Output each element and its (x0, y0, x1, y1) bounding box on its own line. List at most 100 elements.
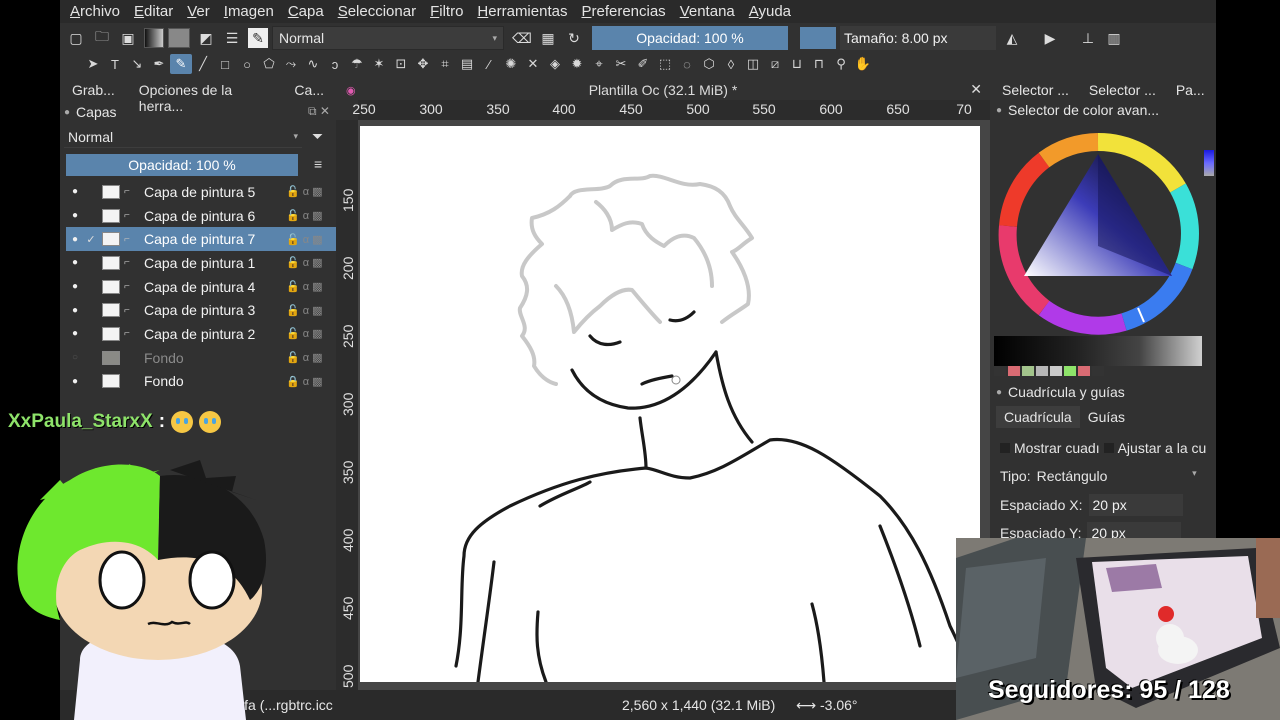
show-grid-checkbox[interactable] (1000, 443, 1010, 453)
bezier-tool-icon[interactable]: ∿ (302, 54, 324, 74)
snap-grid-checkbox[interactable] (1103, 443, 1114, 453)
edit-shapes-icon[interactable]: ↘ (126, 54, 148, 74)
brush-tool-icon[interactable]: ✎ (170, 54, 192, 74)
layer-row[interactable]: ● ⌐ Capa de pintura 5 🔓 α ▩ (66, 180, 336, 204)
magnetic-select-icon[interactable]: ⊓ (808, 54, 830, 74)
layer-lock-icons[interactable]: 🔓 α ▩ (286, 209, 323, 222)
recent-color-swatch[interactable] (1064, 366, 1076, 376)
gradient-tool-icon[interactable]: ▤ (456, 54, 478, 74)
open-folder-icon[interactable]: 🗀 (92, 28, 112, 48)
layer-row[interactable]: ● ⌐ Capa de pintura 4 🔓 α ▩ (66, 275, 336, 299)
document-tab[interactable]: ◉ Plantilla Oc (32.1 MiB) * (336, 80, 990, 100)
eye-icon[interactable]: ● (66, 234, 84, 245)
alpha-lock-icon[interactable]: ▦ (538, 28, 558, 48)
eye-icon[interactable]: ● (66, 376, 84, 387)
enclose-fill-icon[interactable]: ✹ (566, 54, 588, 74)
blend-mode-dropdown[interactable]: Normal ▾ (272, 26, 504, 50)
gradient-selector[interactable] (144, 28, 164, 48)
tab-guias[interactable]: Guías (1080, 406, 1133, 428)
line-tool-icon[interactable]: ╱ (192, 54, 214, 74)
select-tool-icon[interactable]: ➤ (82, 54, 104, 74)
recent-color-swatch[interactable] (1092, 366, 1104, 376)
menu-herramientas[interactable]: Herramientas (477, 3, 567, 20)
layer-opacity-slider[interactable]: Opacidad: 100 % (66, 154, 298, 176)
menu-ayuda[interactable]: Ayuda (749, 3, 791, 20)
wrap-icon[interactable]: ⊥ (1078, 28, 1098, 48)
measure-tool-icon[interactable]: ⌖ (588, 54, 610, 74)
layer-lock-icons[interactable]: 🔓 α ▩ (286, 233, 323, 246)
menu-capa[interactable]: Capa (288, 3, 324, 20)
crop-tool-icon[interactable]: ⌗ (434, 54, 456, 74)
menu-archivo[interactable]: Archivo (70, 3, 120, 20)
dynamic-brush-icon[interactable]: ☂ (346, 54, 368, 74)
eye-hidden-icon[interactable]: ○ (66, 352, 84, 363)
eye-icon[interactable]: ● (66, 305, 84, 316)
color-picker-icon[interactable]: ⁄ (478, 54, 500, 74)
recent-color-swatch[interactable] (1022, 366, 1034, 376)
recent-color-swatch[interactable] (1078, 366, 1090, 376)
layer-row[interactable]: ● ⌐ Capa de pintura 2 🔓 α ▩ (66, 322, 336, 346)
layer-lock-icons[interactable]: 🔒 α ▩ (286, 375, 323, 388)
smart-patch-icon[interactable]: ✺ (500, 54, 522, 74)
layer-lock-icons[interactable]: 🔓 α ▩ (286, 256, 323, 269)
menu-ver[interactable]: Ver (187, 3, 210, 20)
move-tool-icon[interactable]: ✥ (412, 54, 434, 74)
brush-settings-icon[interactable]: ☰ (222, 28, 242, 48)
calligraphy-icon[interactable]: ✒ (148, 54, 170, 74)
layer-row[interactable]: ● ⌐ Capa de pintura 1 🔓 α ▩ (66, 251, 336, 275)
recent-color-swatch[interactable] (994, 366, 1006, 376)
layer-row[interactable]: ● Fondo 🔒 α ▩ (66, 370, 336, 394)
reference-tool-icon[interactable]: ✂ (610, 54, 632, 74)
tab-cuadricula[interactable]: Cuadrícula (996, 406, 1080, 428)
eye-icon[interactable]: ● (66, 257, 84, 268)
polygon-tool-icon[interactable]: ⬠ (258, 54, 280, 74)
reload-icon[interactable]: ↻ (564, 28, 584, 48)
workspace-icon[interactable]: ▥ (1104, 28, 1124, 48)
similar-select-icon[interactable]: ⧄ (764, 54, 786, 74)
color-wheel[interactable] (994, 126, 1204, 336)
contiguous-select-icon[interactable]: ◫ (742, 54, 764, 74)
menu-filtro[interactable]: Filtro (430, 3, 463, 20)
layer-lock-icons[interactable]: 🔓 α ▩ (286, 351, 323, 364)
close-icon[interactable]: ✕ (970, 81, 982, 98)
tab-grab[interactable]: Grab... (60, 80, 127, 102)
tab-tool-options[interactable]: Opciones de la herra... (127, 80, 283, 114)
recent-color-swatch[interactable] (1036, 366, 1048, 376)
brush-preset-icon[interactable]: ✎ (248, 28, 268, 48)
mirror-vertical-icon[interactable]: ▶ (1040, 28, 1060, 48)
eye-icon[interactable]: ● (66, 186, 84, 197)
assistant-tool-icon[interactable]: ✕ (522, 54, 544, 74)
rectangle-tool-icon[interactable]: □ (214, 54, 236, 74)
foreground-color-swatch[interactable] (800, 27, 836, 49)
layer-lock-icons[interactable]: 🔓 α ▩ (286, 185, 323, 198)
zoom-tool-icon[interactable]: ⚲ (830, 54, 852, 74)
recent-color-swatch[interactable] (1008, 366, 1020, 376)
rect-select-icon[interactable]: ⬚ (654, 54, 676, 74)
layer-row[interactable]: ○ Fondo 🔓 α ▩ (66, 346, 336, 370)
eye-icon[interactable]: ● (66, 210, 84, 221)
layer-lock-icons[interactable]: 🔓 α ▩ (286, 280, 323, 293)
grid-type-dropdown[interactable]: Rectángulo ▾ (1037, 468, 1197, 484)
tab-ca[interactable]: Ca... (282, 80, 336, 102)
color-swap-icon[interactable]: ◩ (196, 28, 216, 48)
eye-icon[interactable]: ● (66, 281, 84, 292)
opacity-slider[interactable]: Opacidad: 100 % (592, 26, 788, 50)
tab-selector-2[interactable]: Selector ... (1079, 80, 1166, 100)
save-icon[interactable]: ▣ (118, 28, 138, 48)
tab-selector-1[interactable]: Selector ... (992, 80, 1079, 100)
new-document-icon[interactable]: ▢ (66, 28, 86, 48)
eye-icon[interactable]: ● (66, 328, 84, 339)
outline-select-icon[interactable]: ◊ (720, 54, 742, 74)
multibrush-icon[interactable]: ✶ (368, 54, 390, 74)
bezier-select-icon[interactable]: ⊔ (786, 54, 808, 74)
pin-tool-icon[interactable]: ✐ (632, 54, 654, 74)
ellipse-tool-icon[interactable]: ○ (236, 54, 258, 74)
menu-editar[interactable]: Editar (134, 3, 173, 20)
panel-controls[interactable]: ⧉ ✕ (308, 104, 330, 119)
layer-row[interactable]: ● ⌐ Capa de pintura 6 🔓 α ▩ (66, 204, 336, 228)
layer-menu-icon[interactable]: ≡ (314, 156, 322, 172)
menu-seleccionar[interactable]: Seleccionar (338, 3, 416, 20)
eraser-icon[interactable]: ⌫ (512, 28, 532, 48)
layer-lock-icons[interactable]: 🔓 α ▩ (286, 304, 323, 317)
menu-imagen[interactable]: Imagen (224, 3, 274, 20)
